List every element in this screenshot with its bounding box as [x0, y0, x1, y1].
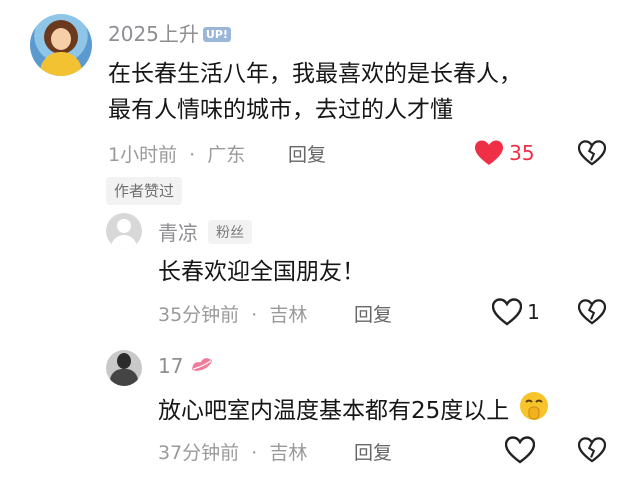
separator: ·: [251, 304, 258, 326]
up-badge: UP!: [202, 27, 231, 42]
avatar-head: [117, 353, 131, 369]
broken-heart-icon[interactable]: [578, 140, 606, 166]
heart-outline-icon[interactable]: [505, 436, 535, 464]
heart-icon: [475, 140, 503, 165]
reply-header: 青凉 粉丝: [158, 217, 252, 246]
comment-header: 2025上升 UP!: [108, 18, 231, 47]
reply-meta: 37分钟前 · 吉林: [158, 438, 307, 465]
broken-heart-icon[interactable]: [578, 299, 606, 325]
like-button[interactable]: 1: [491, 298, 540, 326]
avatar-head: [117, 219, 131, 233]
fan-tag: 粉丝: [208, 220, 252, 244]
location: 广东: [207, 144, 246, 166]
reply-content: 放心吧室内温度基本都有25度以上: [158, 390, 551, 429]
location: 吉林: [269, 442, 308, 464]
like-button[interactable]: 35: [474, 139, 535, 167]
reply-meta: 35分钟前 · 吉林: [158, 300, 307, 327]
avatar[interactable]: [30, 14, 92, 76]
location: 吉林: [269, 304, 308, 326]
reply-username[interactable]: 青凉: [158, 221, 198, 245]
heart-outline-icon: [491, 298, 523, 326]
timestamp: 1小时前: [108, 144, 178, 166]
reply-content: 长春欢迎全国朋友！: [158, 259, 365, 285]
like-count: 1: [527, 300, 540, 324]
timestamp: 37分钟前: [158, 442, 240, 464]
reply-header: 17: [158, 354, 215, 378]
timestamp: 35分钟前: [158, 304, 240, 326]
comment-meta: 1小时前 · 广东: [108, 140, 245, 167]
reply-button[interactable]: 回复: [354, 438, 392, 465]
avatar-dress: [40, 52, 82, 76]
broken-heart-icon[interactable]: [578, 437, 606, 463]
author-liked-tag: 作者赞过: [106, 177, 183, 205]
username[interactable]: 2025上升: [108, 22, 199, 46]
like-count: 35: [509, 141, 535, 165]
reply-username[interactable]: 17: [158, 354, 183, 378]
avatar-body: [110, 369, 138, 386]
comment-line: 最有人情味的城市，去过的人才懂: [108, 97, 453, 123]
separator: ·: [251, 442, 258, 464]
separator: ·: [189, 144, 196, 166]
reply-button[interactable]: 回复: [288, 140, 326, 167]
reply-text: 放心吧室内温度基本都有25度以上: [158, 398, 510, 424]
avatar-face: [51, 28, 71, 50]
reply-avatar[interactable]: [106, 213, 142, 249]
comment-line: 在长春生活八年，我最喜欢的是长春人，: [108, 61, 522, 87]
lips-icon: [191, 358, 212, 371]
shushing-face-icon: [519, 392, 548, 420]
reply-button[interactable]: 回复: [354, 300, 392, 327]
comment-content: 在长春生活八年，我最喜欢的是长春人， 最有人情味的城市，去过的人才懂: [108, 56, 522, 128]
reply-avatar[interactable]: [106, 350, 142, 386]
avatar-body: [111, 235, 137, 249]
